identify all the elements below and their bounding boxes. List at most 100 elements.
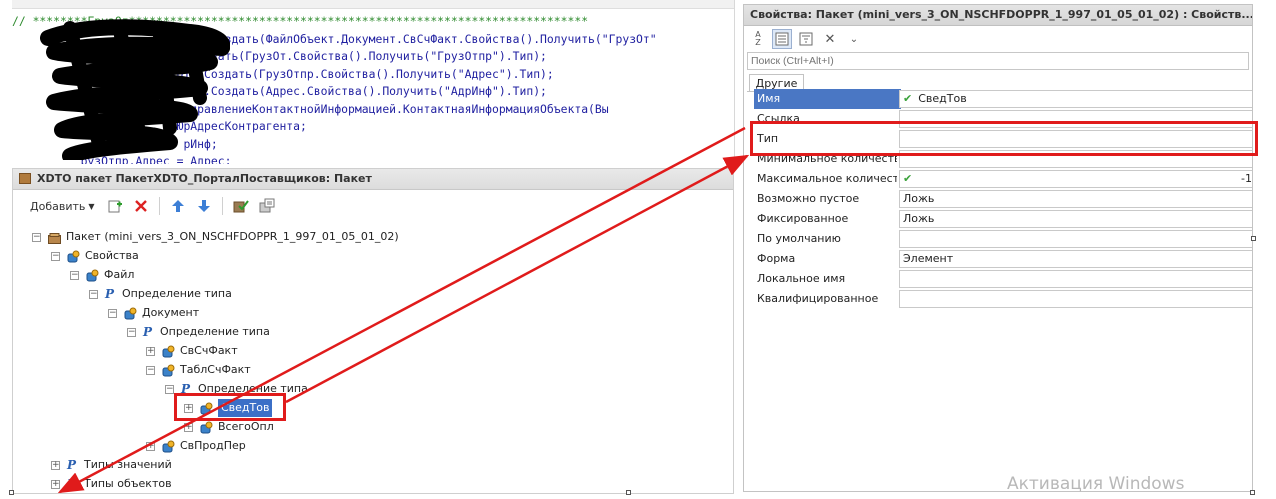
tree-node-label: Типы объектов <box>84 477 172 490</box>
tree-node[interactable]: + P Типы объектов <box>51 475 172 493</box>
collapse-icon[interactable]: − <box>32 232 41 242</box>
check-package-icon <box>233 200 249 213</box>
collapse-icon[interactable]: − <box>89 289 98 299</box>
xdto-toolbar: Добавить ▼ <box>13 193 733 219</box>
property-value-text: Ложь <box>903 192 935 205</box>
annotation-box-sved-tov <box>174 393 286 421</box>
type-definition-icon: P <box>143 324 153 339</box>
property-value-field[interactable] <box>899 270 1252 288</box>
property-name: Имя <box>754 89 901 109</box>
collapse-icon[interactable]: − <box>51 251 60 261</box>
property-value-text: Ложь <box>903 212 935 225</box>
tree-node-label: Файл <box>104 268 135 281</box>
tree-node[interactable]: + СвСчФакт <box>146 342 238 360</box>
property-icon <box>86 269 99 282</box>
chevron-down-icon: ⌄ <box>849 33 859 45</box>
property-row: Фиксированное Ложь <box>754 209 1252 229</box>
checkmark-icon: ✔ <box>903 92 913 105</box>
code-editor[interactable]: // ********ГрузОт***********************… <box>12 0 735 164</box>
property-value-field[interactable] <box>899 230 1252 248</box>
move-up-button[interactable] <box>167 195 189 217</box>
cancel-button[interactable]: ✕ <box>820 29 840 49</box>
collapse-icon[interactable]: − <box>127 327 136 337</box>
expand-icon[interactable]: + <box>146 441 155 451</box>
sort-alphabetical-button[interactable]: AZ <box>748 29 768 49</box>
type-definition-icon: P <box>67 476 77 491</box>
dropdown-arrow-icon: ▼ <box>88 201 95 211</box>
collapse-button[interactable]: ⌄ <box>844 29 864 49</box>
collapse-icon[interactable]: − <box>146 365 155 375</box>
type-definition-icon: P <box>105 286 115 301</box>
expand-icon[interactable]: + <box>146 346 155 356</box>
add-child-icon <box>108 200 122 213</box>
resize-handle[interactable] <box>1251 236 1256 241</box>
tree-node-label: СвПродПер <box>180 439 246 452</box>
close-icon: ✕ <box>824 31 836 47</box>
resize-handle[interactable] <box>626 490 631 495</box>
tree-node[interactable]: + СвПродПер <box>146 437 246 455</box>
tree-node-label: ТаблСчФакт <box>180 363 251 376</box>
arrow-up-icon <box>171 200 184 212</box>
property-icon <box>67 250 80 263</box>
resize-handle[interactable] <box>1250 490 1255 495</box>
property-value-field[interactable]: Элемент <box>899 250 1252 268</box>
expand-icon[interactable]: + <box>184 422 193 432</box>
properties-search-input[interactable] <box>747 52 1249 70</box>
categories-icon <box>775 32 789 46</box>
xdto-pane-title-text: XDTO пакет ПакетXDTO_ПорталПоставщиков: … <box>37 172 372 185</box>
expand-icon[interactable]: + <box>51 479 60 489</box>
tree-node[interactable]: − P Определение типа <box>127 323 270 341</box>
properties-pane: Свойства: Пакет (mini_vers_3_ON_NSCHFDOP… <box>743 4 1253 492</box>
property-value-field[interactable]: Ложь <box>899 190 1252 208</box>
tree-node[interactable]: − Документ <box>108 304 199 322</box>
property-name: По умолчанию <box>757 232 841 245</box>
property-value-field[interactable]: ✔ -1 <box>899 170 1252 188</box>
property-name: Максимальное количество <box>757 172 897 185</box>
tree-node[interactable]: − ТаблСчФакт <box>146 361 251 379</box>
move-down-button[interactable] <box>193 195 215 217</box>
filter-icon <box>799 32 813 46</box>
property-icon <box>124 307 137 320</box>
property-name: Локальное имя <box>757 272 846 285</box>
property-icon <box>162 364 175 377</box>
collapse-icon[interactable]: − <box>165 384 174 394</box>
collapse-icon[interactable]: − <box>70 270 79 280</box>
toolbar-separator <box>221 197 223 215</box>
tree-node-label: СвСчФакт <box>180 344 238 357</box>
property-row: Максимальное количество ✔ -1 <box>754 169 1252 189</box>
xdto-package-pane: XDTO пакет ПакетXDTO_ПорталПоставщиков: … <box>12 168 734 494</box>
add-dropdown-button[interactable]: Добавить ▼ <box>25 195 100 217</box>
add-child-button[interactable] <box>104 195 126 217</box>
type-definition-icon: P <box>67 457 77 472</box>
properties-toolbar: AZ ✕ ⌄ <box>748 28 864 50</box>
tree-node-label: Пакет (mini_vers_3_ON_NSCHFDOPPR_1_997_0… <box>66 230 399 243</box>
collapse-icon[interactable]: − <box>108 308 117 318</box>
property-value-field[interactable]: Ложь <box>899 210 1252 228</box>
import-icon <box>259 198 275 213</box>
checkmark-icon: ✔ <box>903 172 913 185</box>
tree-node-label: Документ <box>142 306 200 319</box>
package-icon <box>19 173 31 184</box>
property-name: Фиксированное <box>757 212 849 225</box>
redaction-scribble <box>40 19 230 160</box>
property-row: Имя ✔ СведТов <box>754 89 1252 109</box>
tree-node[interactable]: − Свойства <box>51 247 139 265</box>
expand-icon[interactable]: + <box>51 460 60 470</box>
delete-button[interactable] <box>130 195 152 217</box>
property-value-field[interactable]: ✔ СведТов <box>899 90 1252 108</box>
resize-handle[interactable] <box>9 490 14 495</box>
property-row: Квалифицированное <box>754 289 1252 309</box>
check-button[interactable] <box>230 195 252 217</box>
categorized-view-button[interactable] <box>772 29 792 49</box>
tree-node[interactable]: − Пакет (mini_vers_3_ON_NSCHFDOPPR_1_997_… <box>32 228 399 246</box>
property-value-text: СведТов <box>918 92 967 105</box>
import-button[interactable] <box>256 195 278 217</box>
filter-button[interactable] <box>796 29 816 49</box>
tree-node[interactable]: − P Определение типа <box>89 285 232 303</box>
sort-az-icon: AZ <box>755 30 761 47</box>
property-value-field[interactable] <box>899 290 1252 308</box>
tree-node[interactable]: − Файл <box>70 266 134 284</box>
xdto-pane-title: XDTO пакет ПакетXDTO_ПорталПоставщиков: … <box>13 169 733 190</box>
tree-node[interactable]: + P Типы значений <box>51 456 172 474</box>
properties-title: Свойства: Пакет (mini_vers_3_ON_NSCHFDOP… <box>744 5 1252 26</box>
